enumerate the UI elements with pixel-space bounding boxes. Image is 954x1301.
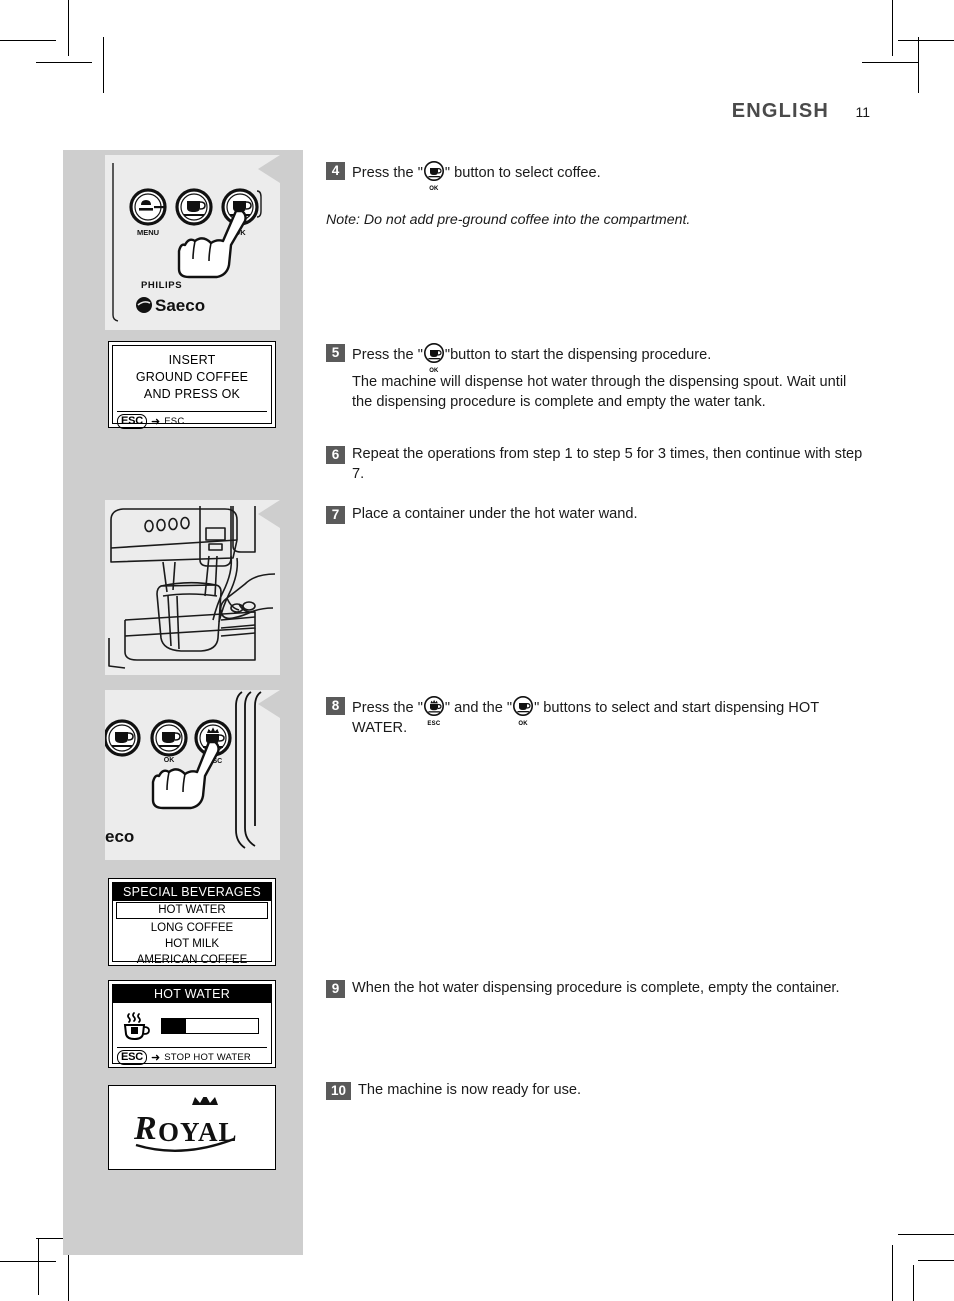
crop-mark-top-right-v <box>892 0 893 56</box>
crop-mark-top-left-v <box>68 0 69 56</box>
svg-text:MENU: MENU <box>137 228 159 237</box>
step-number-badge: 9 <box>326 980 345 998</box>
arrow-right-icon: ➜ <box>151 415 161 428</box>
display-item-long-coffee: LONG COFFEE <box>150 922 234 934</box>
display-selected-item: HOT WATER <box>116 902 268 919</box>
step-number-badge: 4 <box>326 162 345 180</box>
step-5-text: Press the " OK "button to start the dispen… <box>352 342 711 374</box>
control-panel-esc-drawing: OK ESC eco <box>105 690 280 860</box>
step-6-text: Repeat the operations from step 1 to ste… <box>352 446 863 482</box>
control-panel-drawing: MENU OK PHILIPS Saeco <box>105 155 280 330</box>
step-5: 5 Press the " OK "button to start the disp… <box>326 342 866 374</box>
svg-text:Saeco: Saeco <box>155 296 205 315</box>
crop-mark-inner-top-right-h <box>862 62 918 63</box>
step-number-badge: 10 <box>326 1082 351 1100</box>
crop-mark-inner-bottom-right-h <box>918 1260 954 1261</box>
display-line-1: INSERT <box>168 353 216 367</box>
display-insert-ground-coffee: INSERT GROUND COFFEE AND PRESS OK ESC ➜ … <box>108 341 276 429</box>
ok-cup-button-icon: OK <box>423 342 445 374</box>
illustration-control-panel-press-esc: OK ESC eco <box>105 690 280 860</box>
panel-notch-icon <box>258 500 280 528</box>
esc-key-chip: ESC <box>117 414 148 429</box>
svg-text:R: R <box>133 1110 156 1147</box>
display-item-hot-milk: HOT MILK <box>164 938 220 950</box>
crop-mark-bottom-right-h <box>898 1234 954 1235</box>
ok-icon-label: OK <box>518 721 528 727</box>
crop-mark-top-right-h <box>898 40 954 41</box>
steaming-cup-icon <box>123 1012 150 1041</box>
esc-special-beverage-button-icon: ESC <box>423 695 445 727</box>
illustration-container-under-hot-water-wand <box>105 500 280 675</box>
step-number-badge: 5 <box>326 344 345 362</box>
illustration-machine-control-panel-press-ok: MENU OK PHILIPS Saeco <box>105 155 280 330</box>
step-number-badge: 6 <box>326 446 345 464</box>
ok-icon-label: OK <box>429 186 439 192</box>
esc-icon-label: ESC <box>427 721 441 727</box>
step-4: 4 Press the " OK " button to select coffee… <box>326 160 866 192</box>
display-title: SPECIAL BEVERAGES <box>113 883 271 901</box>
step-number-badge: 7 <box>326 506 345 524</box>
display-royal-logo: R OYAL <box>108 1085 276 1170</box>
crop-mark-inner-bottom-right-v <box>913 1265 914 1301</box>
display-line-3: AND PRESS OK <box>143 387 241 401</box>
royal-logo-icon: R OYAL <box>133 1096 237 1152</box>
display-hot-water: HOT WATER ESC ➜ STOP HOT WATER <box>108 980 276 1068</box>
hot-water-progress-bar <box>161 1018 259 1034</box>
header-page-number: 11 <box>855 103 870 120</box>
crop-mark-bottom-right-v <box>892 1245 893 1301</box>
step-7-text: Place a container under the hot water wa… <box>352 506 638 522</box>
step-4-text: Press the " OK " button to select coffee. <box>352 160 601 192</box>
ok-cup-button-icon: OK <box>512 695 534 727</box>
crop-mark-bottom-left-h <box>0 1261 56 1262</box>
manual-page: ENGLISH 11 MENU OK PHILIPS Saeco INSERT … <box>0 0 954 1301</box>
step-8-text: Press the " ESC " and the " OK " buttons to … <box>352 695 866 738</box>
page-header: ENGLISH 11 <box>0 100 870 123</box>
step-5-body: The machine will dispense hot water thro… <box>352 374 847 410</box>
crop-mark-top-left-h <box>0 40 56 41</box>
crop-mark-inner-top-left-v <box>103 37 104 93</box>
step-7: 7 Place a container under the hot water … <box>326 504 866 524</box>
display-special-beverages: SPECIAL BEVERAGES HOT WATER LONG COFFEE … <box>108 878 276 966</box>
progress-fill <box>162 1019 186 1033</box>
panel-notch-icon <box>258 155 280 183</box>
display-footer-text: ESC <box>164 416 185 427</box>
machine-with-pitcher-drawing <box>105 500 280 675</box>
header-language: ENGLISH <box>731 100 829 122</box>
display-progress-row <box>113 1003 271 1042</box>
svg-text:PHILIPS: PHILIPS <box>141 280 182 291</box>
svg-text:OK: OK <box>164 757 175 764</box>
step-number-badge: 8 <box>326 697 345 715</box>
step-6: 6 Repeat the operations from step 1 to s… <box>326 444 866 484</box>
crop-mark-inner-top-right-v <box>918 37 919 93</box>
note-text: Note: Do not add pre-ground coffee into … <box>326 212 691 228</box>
panel-notch-icon <box>258 690 280 718</box>
display-title: HOT WATER <box>113 985 271 1003</box>
display-footer: ESC ➜ STOP HOT WATER <box>113 1048 271 1065</box>
step-8: 8 Press the " ESC " and the " OK " buttons t… <box>326 695 866 738</box>
crop-mark-inner-top-left-h <box>36 62 92 63</box>
display-footer: ESC ➜ ESC <box>113 412 271 429</box>
arrow-right-icon: ➜ <box>151 1051 161 1064</box>
crop-mark-inner-bottom-left-v <box>38 1239 39 1295</box>
display-item-american-coffee: AMERICAN COFFEE <box>136 954 248 966</box>
step-10-text: The machine is now ready for use. <box>358 1082 582 1098</box>
step-10: 10 The machine is now ready for use. <box>326 1080 866 1100</box>
step-9-text: When the hot water dispensing procedure … <box>352 980 840 996</box>
display-footer-text: STOP HOT WATER <box>164 1052 251 1063</box>
svg-text:eco: eco <box>105 827 134 846</box>
esc-key-chip: ESC <box>117 1050 148 1065</box>
ok-cup-button-icon: OK <box>423 160 445 192</box>
display-line-2: GROUND COFFEE <box>135 370 249 384</box>
step-9: 9 When the hot water dispensing procedur… <box>326 978 866 998</box>
